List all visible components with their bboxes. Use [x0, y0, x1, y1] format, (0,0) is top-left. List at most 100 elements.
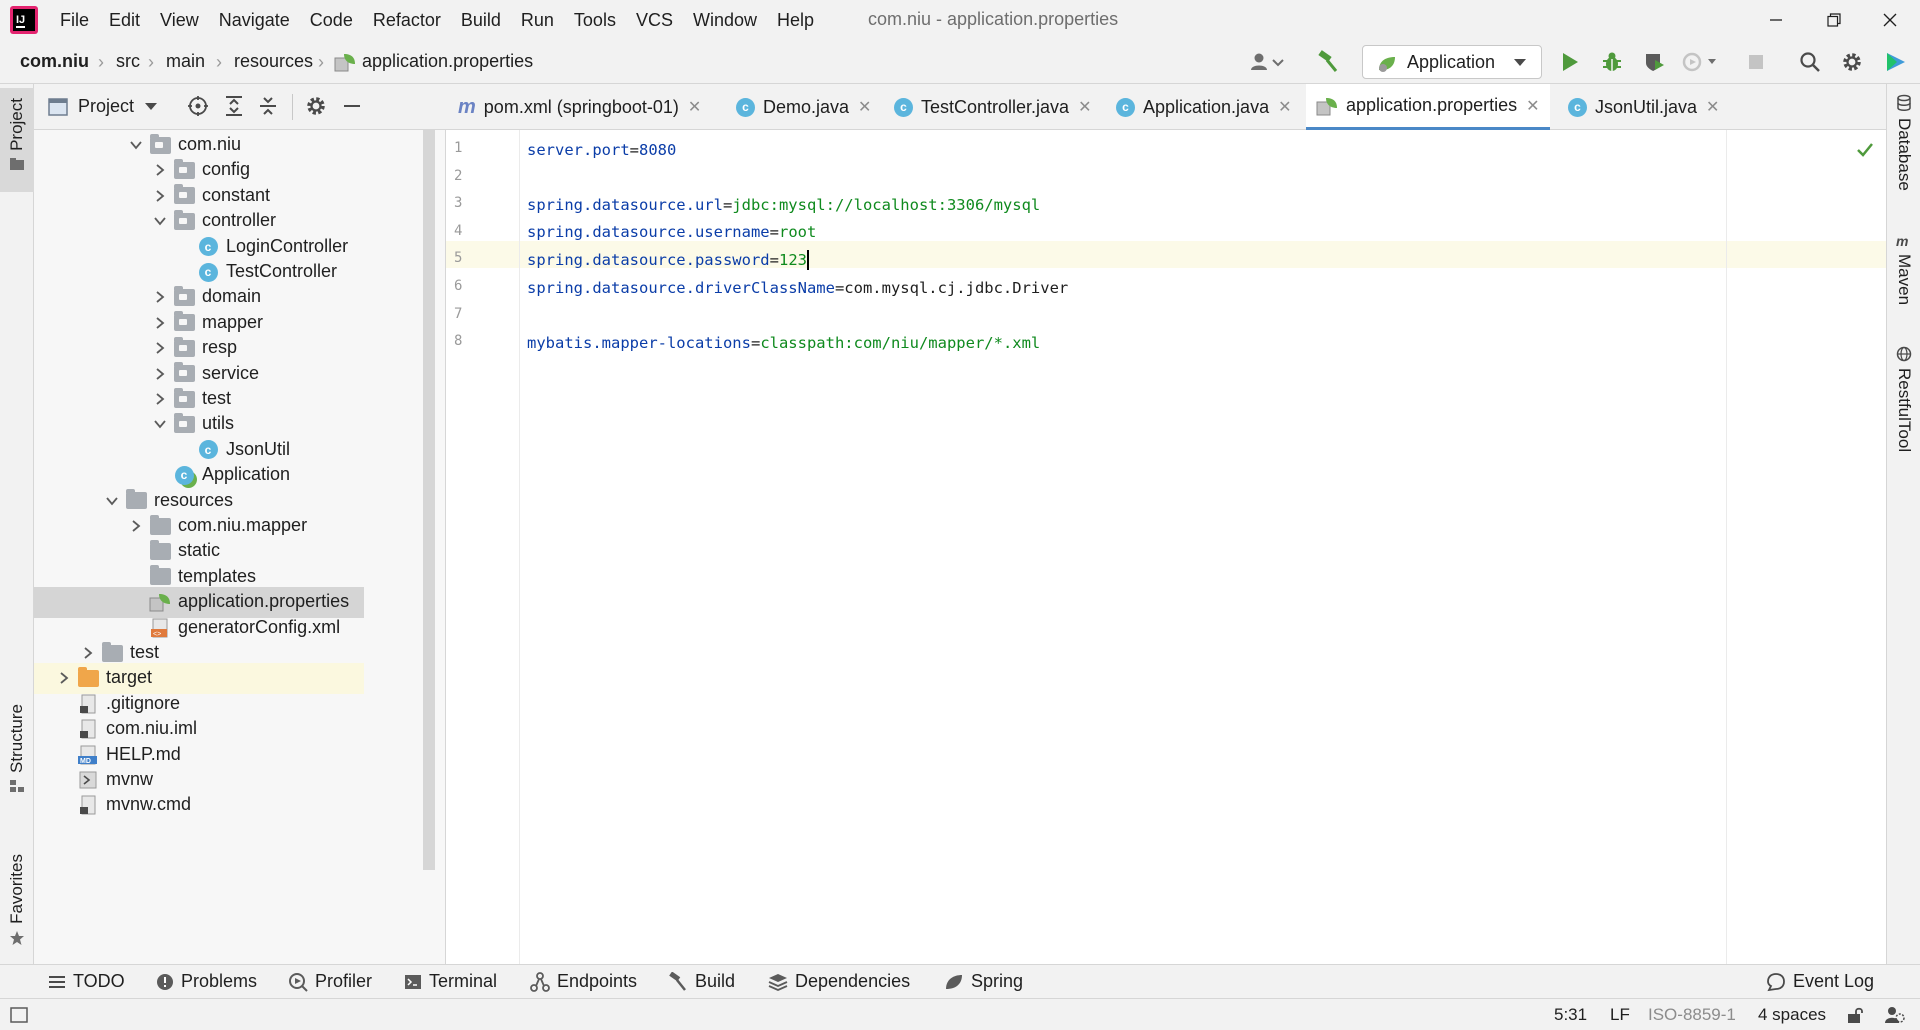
- project-tool-tab[interactable]: Project: [0, 88, 34, 192]
- menu-window[interactable]: Window: [683, 10, 767, 31]
- chevron-right-icon[interactable]: [153, 392, 167, 406]
- inspector-icon[interactable]: [1884, 1005, 1906, 1025]
- chevron-right-icon[interactable]: [153, 189, 167, 203]
- tab-pom-xml[interactable]: m pom.xml (springboot-01) ✕: [458, 84, 701, 130]
- run-configuration-select[interactable]: Application: [1362, 45, 1542, 79]
- minimize-button[interactable]: [1752, 0, 1800, 40]
- chevron-right-icon[interactable]: [153, 367, 167, 381]
- close-tab-icon[interactable]: ✕: [1706, 97, 1719, 117]
- problems-tool-button[interactable]: Problems: [156, 971, 257, 992]
- todo-tool-button[interactable]: TODO: [48, 971, 125, 992]
- terminal-tool-button[interactable]: Terminal: [404, 971, 497, 992]
- script-file-icon: [77, 770, 99, 790]
- profiler-tool-button[interactable]: Profiler: [288, 971, 372, 992]
- close-tab-icon[interactable]: ✕: [688, 97, 701, 117]
- menu-view[interactable]: View: [150, 10, 209, 31]
- tab-demo-java[interactable]: c Demo.java ✕: [736, 84, 871, 130]
- restfultool-tool-tab[interactable]: RestfulTool: [1887, 346, 1920, 506]
- breadcrumb-file[interactable]: application.properties: [362, 51, 533, 72]
- search-everywhere-button[interactable]: [1796, 48, 1824, 76]
- breadcrumb-project[interactable]: com.niu: [20, 51, 89, 72]
- tab-testcontroller-java[interactable]: c TestController.java ✕: [894, 84, 1091, 130]
- maven-tool-tab[interactable]: m Maven: [1887, 234, 1920, 344]
- menu-refactor[interactable]: Refactor: [363, 10, 451, 31]
- menu-help[interactable]: Help: [767, 10, 824, 31]
- menu-code[interactable]: Code: [300, 10, 363, 31]
- chevron-down-icon[interactable]: [153, 417, 167, 431]
- run-with-coverage-button[interactable]: [1640, 48, 1668, 76]
- structure-tool-tab[interactable]: Structure: [0, 704, 34, 814]
- hide-panel-button[interactable]: [338, 92, 366, 120]
- menu-navigate[interactable]: Navigate: [209, 10, 300, 31]
- spring-label: Spring: [971, 971, 1024, 991]
- breadcrumb-resources[interactable]: resources: [234, 51, 313, 72]
- build-project-button[interactable]: [1314, 48, 1342, 76]
- project-options-button[interactable]: [302, 92, 330, 120]
- line-number: 8: [454, 333, 463, 350]
- close-tab-icon[interactable]: ✕: [1526, 96, 1539, 116]
- speech-bubble-icon: [1767, 972, 1785, 991]
- jetbrains-toolbox-button[interactable]: [1882, 48, 1910, 76]
- menu-vcs[interactable]: VCS: [626, 10, 683, 31]
- close-tab-icon[interactable]: ✕: [1278, 97, 1291, 117]
- spring-tool-button[interactable]: Spring: [944, 971, 1023, 992]
- project-view-selector[interactable]: Project: [48, 92, 198, 122]
- run-button[interactable]: [1556, 48, 1584, 76]
- dependencies-tool-button[interactable]: Dependencies: [768, 971, 910, 992]
- caret-position[interactable]: 5:31: [1554, 1005, 1587, 1025]
- settings-button[interactable]: [1838, 48, 1866, 76]
- profiler-run-button[interactable]: [1680, 48, 1722, 76]
- menu-build[interactable]: Build: [451, 10, 511, 31]
- chevron-right-icon[interactable]: [81, 646, 95, 660]
- build-tool-button[interactable]: Build: [668, 971, 735, 992]
- expand-all-button[interactable]: [220, 92, 248, 120]
- code-editor[interactable]: server.port = 8080 spring.datasource.url = jd…: [521, 130, 1886, 964]
- chevron-down-icon[interactable]: [129, 138, 143, 152]
- line-separator[interactable]: LF: [1610, 1005, 1630, 1025]
- tree-node[interactable]: mvnw.cmd: [34, 790, 445, 821]
- package-folder-icon: [173, 412, 195, 434]
- restore-button[interactable]: [1810, 0, 1858, 40]
- menu-edit[interactable]: Edit: [99, 10, 150, 31]
- minus-icon: [344, 105, 360, 107]
- tab-application-properties[interactable]: application.properties ✕: [1306, 84, 1550, 130]
- menu-tools[interactable]: Tools: [564, 10, 626, 31]
- database-tool-tab[interactable]: Database: [1887, 94, 1920, 214]
- tool-windows-toggle-icon[interactable]: [10, 1007, 28, 1023]
- text-file-icon: [77, 719, 99, 739]
- breadcrumb-main[interactable]: main: [166, 51, 205, 72]
- tree-node-label: resources: [154, 489, 234, 510]
- chevron-right-icon[interactable]: [153, 290, 167, 304]
- close-tab-icon[interactable]: ✕: [1078, 97, 1091, 117]
- menu-file[interactable]: File: [50, 10, 99, 31]
- chevron-right-icon[interactable]: [129, 519, 143, 533]
- property-value: classpath:com/niu/mapper/*.xml: [760, 333, 1041, 352]
- select-opened-file-button[interactable]: [184, 92, 212, 120]
- file-encoding[interactable]: ISO-8859-1: [1648, 1005, 1736, 1025]
- event-log-tool-button[interactable]: Event Log: [1766, 971, 1874, 992]
- indent-setting[interactable]: 4 spaces: [1758, 1005, 1826, 1025]
- tab-application-java[interactable]: c Application.java ✕: [1116, 84, 1292, 130]
- tab-jsonutil-java[interactable]: c JsonUtil.java ✕: [1568, 84, 1719, 130]
- breadcrumb-src[interactable]: src: [116, 51, 140, 72]
- svg-text:<>: <>: [153, 631, 161, 638]
- menu-run[interactable]: Run: [511, 10, 564, 31]
- favorites-tool-tab[interactable]: Favorites: [0, 854, 34, 964]
- tree-node-label: com.niu.iml: [106, 718, 198, 739]
- spring-boot-icon: [1379, 57, 1395, 72]
- account-button[interactable]: [1246, 48, 1292, 76]
- chevron-right-icon[interactable]: [57, 671, 71, 685]
- chevron-right-icon[interactable]: [153, 316, 167, 330]
- collapse-all-button[interactable]: [254, 92, 282, 120]
- close-tab-icon[interactable]: ✕: [858, 97, 871, 117]
- stop-button[interactable]: [1742, 48, 1770, 76]
- close-window-button[interactable]: [1866, 0, 1914, 40]
- chevron-right-icon[interactable]: [153, 341, 167, 355]
- chevron-right-icon[interactable]: [153, 163, 167, 177]
- chevron-down-icon[interactable]: [105, 494, 119, 508]
- unlock-icon[interactable]: [1846, 1006, 1864, 1024]
- chevron-down-icon[interactable]: [153, 214, 167, 228]
- database-tool-label: Database: [1895, 118, 1914, 191]
- debug-button[interactable]: [1598, 48, 1626, 76]
- endpoints-tool-button[interactable]: Endpoints: [530, 971, 637, 992]
